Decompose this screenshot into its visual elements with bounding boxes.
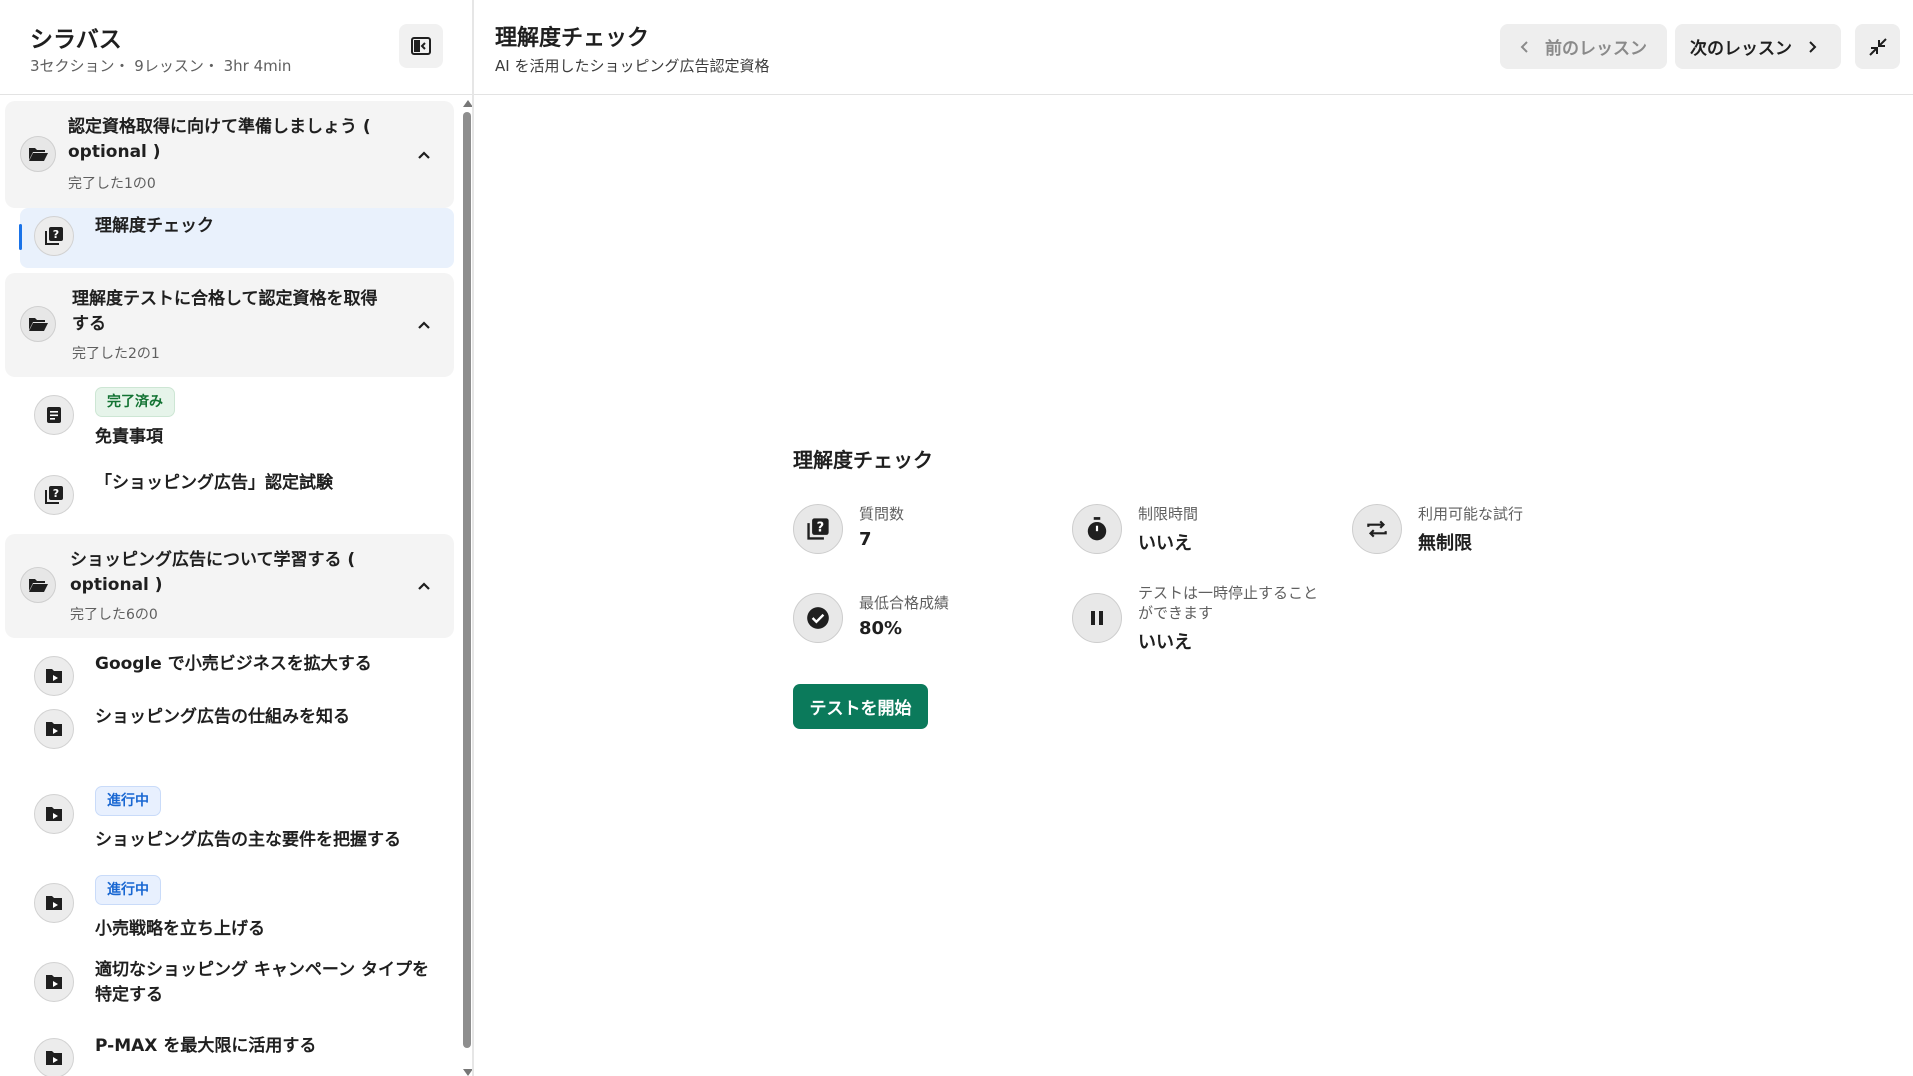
stat-label: 制限時間 xyxy=(1138,505,1199,523)
section-3[interactable]: ショッピング広告について学習する ( optional ) 完了した6の0 xyxy=(5,534,454,638)
sidebar-header: シラバス 3セクション・ 9レッスン・ 3hr 4min xyxy=(0,0,472,95)
lesson-title: Google で小売ビジネスを拡大する xyxy=(95,654,372,674)
chevron-up-icon[interactable] xyxy=(415,146,433,164)
syllabus-list: 認定資格取得に向けて準備しましょう ( optional ) 完了した1の0 ?… xyxy=(0,96,460,1076)
sidebar-title: シラバス xyxy=(30,27,122,53)
stat-question-count: ? 質問数 7 xyxy=(793,504,1063,564)
lesson-item[interactable]: P-MAX を最大限に活用する xyxy=(20,1034,454,1076)
previous-lesson-button[interactable]: 前のレッスン xyxy=(1500,24,1667,69)
course-subtitle: AI を活用したショッピング広告認定資格 xyxy=(495,57,770,75)
quiz-info-card: 理解度チェック ? 質問数 7 制限時間 いいえ 利用可能な試行 無制限 最低合… xyxy=(793,440,1573,740)
lesson-title: 「ショッピング広告」認定試験 xyxy=(95,473,333,493)
sidebar-scrollbar[interactable] xyxy=(460,96,472,1076)
next-lesson-button[interactable]: 次のレッスン xyxy=(1675,24,1841,69)
check-circle-icon xyxy=(793,593,843,643)
section-title: 認定資格取得に向けて準備しましょう ( optional ) xyxy=(68,117,371,162)
stat-value: いいえ xyxy=(1138,533,1192,554)
stat-value: いいえ xyxy=(1138,632,1192,653)
collapse-sidebar-button[interactable] xyxy=(399,24,443,68)
collapse-arrows-icon xyxy=(1868,37,1887,56)
stat-time-limit: 制限時間 いいえ xyxy=(1072,504,1342,564)
video-folder-icon xyxy=(34,656,74,696)
stat-pausable: テストは一時停止することができます いいえ xyxy=(1072,584,1362,653)
lesson-item[interactable]: 進行中 小売戦略を立ち上げる xyxy=(20,875,454,951)
timer-icon xyxy=(1072,504,1122,554)
question-icon: ? xyxy=(793,504,843,554)
video-folder-icon xyxy=(34,962,74,1002)
scroll-up-arrow-icon[interactable] xyxy=(463,100,472,107)
quiz-icon: ? xyxy=(34,216,74,256)
chevron-up-icon[interactable] xyxy=(415,316,433,334)
sidebar-meta: 3セクション・ 9レッスン・ 3hr 4min xyxy=(30,57,292,75)
video-folder-icon xyxy=(34,709,74,749)
scroll-down-arrow-icon[interactable] xyxy=(463,1069,472,1076)
stat-label: 最低合格成績 xyxy=(859,594,950,612)
lesson-title: 理解度チェック xyxy=(95,216,214,236)
lesson-item[interactable]: ? 「ショッピング広告」認定試験 xyxy=(20,471,454,527)
folder-open-icon xyxy=(20,306,56,342)
lesson-item[interactable]: 完了済み 免責事項 xyxy=(20,387,454,457)
section-1[interactable]: 認定資格取得に向けて準備しましょう ( optional ) 完了した1の0 xyxy=(5,101,454,208)
start-test-button[interactable]: テストを開始 xyxy=(793,684,928,729)
stat-label: 質問数 xyxy=(859,505,905,523)
pause-icon xyxy=(1072,593,1122,643)
syllabus-sidebar: シラバス 3セクション・ 9レッスン・ 3hr 4min 認定資格取得に向けて準… xyxy=(0,0,474,1076)
section-progress: 完了した6の0 xyxy=(70,607,158,623)
folder-open-icon xyxy=(20,136,56,172)
lesson-item[interactable]: Google で小売ビジネスを拡大する xyxy=(20,652,454,708)
stat-value: 無制限 xyxy=(1418,533,1472,554)
section-progress: 完了した2の1 xyxy=(72,346,160,362)
document-icon xyxy=(34,395,74,435)
section-title: 理解度テストに合格して認定資格を取得する xyxy=(72,289,378,334)
quiz-icon: ? xyxy=(34,475,74,515)
scrollbar-thumb[interactable] xyxy=(463,112,471,1048)
lesson-title: ショッピング広告の主な要件を把握する xyxy=(95,830,401,850)
svg-text:?: ? xyxy=(53,487,59,500)
stat-attempts: 利用可能な試行 無制限 xyxy=(1352,504,1622,564)
stat-value: 7 xyxy=(859,529,872,550)
video-folder-icon xyxy=(34,883,74,923)
chevron-left-icon xyxy=(1520,40,1528,53)
quiz-title: 理解度チェック xyxy=(793,448,933,472)
lesson-item[interactable]: 適切なショッピング キャンペーン タイプを特定する xyxy=(20,958,454,1018)
lesson-title: 免責事項 xyxy=(95,427,163,447)
section-title: ショッピング広告について学習する ( optional ) xyxy=(70,550,356,595)
chevron-up-icon[interactable] xyxy=(415,577,433,595)
section-progress: 完了した1の0 xyxy=(68,176,156,192)
page-title: 理解度チェック xyxy=(495,26,650,51)
video-folder-icon xyxy=(34,1038,74,1076)
stat-value: 80% xyxy=(859,618,903,639)
next-lesson-label: 次のレッスン xyxy=(1690,39,1792,59)
previous-lesson-label: 前のレッスン xyxy=(1545,39,1647,59)
lesson-title: 小売戦略を立ち上げる xyxy=(95,919,265,939)
chevron-right-icon xyxy=(1809,40,1817,53)
status-badge-in-progress: 進行中 xyxy=(95,875,161,905)
lesson-item[interactable]: ショッピング広告の仕組みを知る xyxy=(20,705,454,761)
lesson-item[interactable]: 進行中 ショッピング広告の主な要件を把握する xyxy=(20,786,454,862)
lesson-title: P-MAX を最大限に活用する xyxy=(95,1036,317,1056)
lesson-title: ショッピング広告の仕組みを知る xyxy=(95,707,350,727)
svg-text:?: ? xyxy=(53,228,59,241)
status-badge-completed: 完了済み xyxy=(95,387,175,417)
stat-label: テストは一時停止することができます xyxy=(1138,584,1319,622)
lesson-title: 適切なショッピング キャンペーン タイプを特定する xyxy=(95,960,429,1005)
video-folder-icon xyxy=(34,794,74,834)
exit-fullscreen-button[interactable] xyxy=(1855,24,1900,69)
status-badge-in-progress: 進行中 xyxy=(95,786,161,816)
folder-open-icon xyxy=(20,567,56,603)
svg-text:?: ? xyxy=(817,520,825,535)
repeat-icon xyxy=(1352,504,1402,554)
section-2[interactable]: 理解度テストに合格して認定資格を取得する 完了した2の1 xyxy=(5,273,454,377)
lesson-header: 理解度チェック AI を活用したショッピング広告認定資格 前のレッスン 次のレッ… xyxy=(474,0,1913,95)
stat-label: 利用可能な試行 xyxy=(1418,505,1524,523)
stat-passing-grade: 最低合格成績 80% xyxy=(793,593,1063,653)
active-indicator xyxy=(19,224,22,250)
lesson-main: 理解度チェック AI を活用したショッピング広告認定資格 前のレッスン 次のレッ… xyxy=(474,0,1913,1076)
lesson-item-active[interactable]: ? 理解度チェック xyxy=(19,208,454,268)
sidebar-collapse-icon xyxy=(411,37,431,55)
